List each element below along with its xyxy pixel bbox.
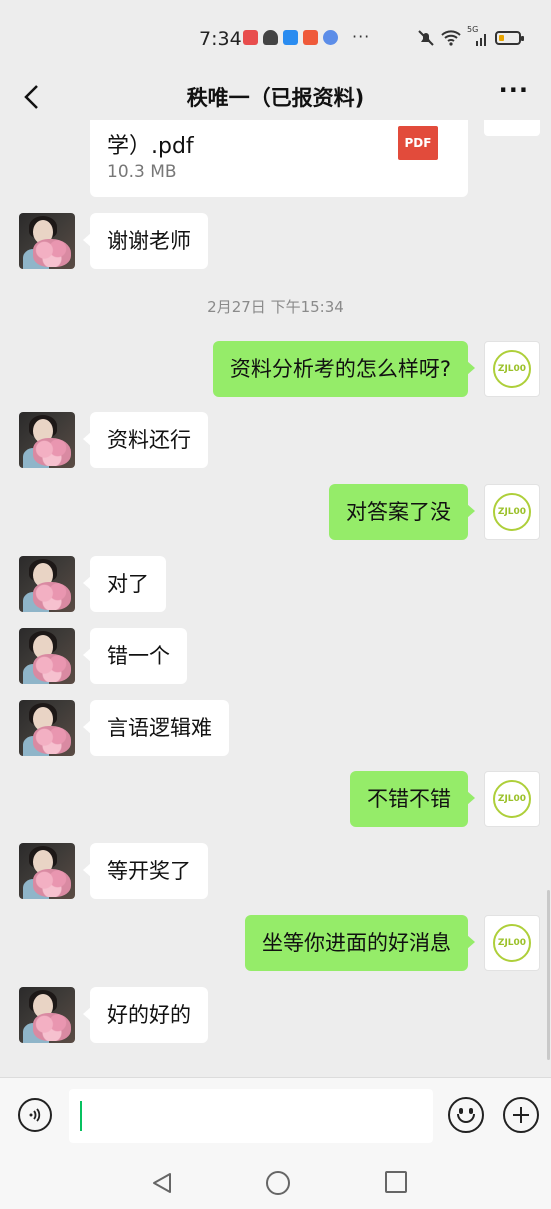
avatar-me[interactable]: ZJL00 bbox=[484, 484, 540, 540]
message-bubble[interactable]: 错一个 bbox=[83, 628, 187, 684]
nav-home-icon[interactable] bbox=[266, 1171, 290, 1195]
notification-icons bbox=[243, 30, 338, 45]
chat-header: 秩唯一（已报资料) ··· bbox=[0, 70, 551, 126]
voice-icon[interactable] bbox=[18, 1098, 52, 1132]
status-bar: 7:34 ··· 5G bbox=[0, 0, 551, 70]
text-caret bbox=[80, 1101, 82, 1131]
logo-text: ZJL00 bbox=[493, 924, 531, 962]
chat-title: 秩唯一（已报资料) bbox=[186, 86, 365, 110]
battery-icon bbox=[495, 31, 524, 45]
avatar-peer[interactable] bbox=[19, 628, 75, 684]
avatar-peer[interactable] bbox=[19, 987, 75, 1043]
avatar-me[interactable]: ZJL00 bbox=[484, 771, 540, 827]
plus-sign-icon bbox=[513, 1107, 529, 1123]
message-bubble[interactable]: 等开奖了 bbox=[83, 843, 208, 899]
logo-text: ZJL00 bbox=[493, 780, 531, 818]
cloud-app-icon bbox=[283, 30, 298, 45]
avatar-me[interactable]: ZJL00 bbox=[484, 341, 540, 397]
file-size: 10.3 MB bbox=[107, 162, 177, 182]
message-bubble[interactable]: 好的好的 bbox=[83, 987, 208, 1043]
message-bubble[interactable]: 对答案了没 bbox=[329, 484, 475, 540]
emoji-icon[interactable] bbox=[448, 1097, 484, 1133]
file-name: 学）.pdf bbox=[107, 134, 194, 159]
message-bubble[interactable]: 谢谢老师 bbox=[83, 213, 208, 269]
emoji-mouth bbox=[457, 1114, 475, 1123]
signal-icon: 5G bbox=[467, 25, 489, 47]
input-bar bbox=[0, 1077, 551, 1154]
wifi-icon bbox=[441, 30, 461, 46]
pdf-file-icon: PDF bbox=[398, 126, 438, 160]
signal-bars-icon bbox=[476, 34, 486, 46]
more-options-icon[interactable]: ··· bbox=[499, 76, 529, 104]
system-nav-bar bbox=[0, 1153, 551, 1209]
status-right: 5G bbox=[417, 25, 524, 47]
scrollbar[interactable] bbox=[547, 890, 550, 1060]
message-input[interactable] bbox=[69, 1089, 433, 1143]
message-bubble[interactable]: 言语逻辑难 bbox=[83, 700, 229, 756]
message-bubble[interactable]: 资料分析考的怎么样呀? bbox=[212, 341, 476, 397]
music-app-icon bbox=[323, 30, 338, 45]
message-bubble[interactable]: 不错不错 bbox=[350, 771, 475, 827]
voice-wave-icon bbox=[29, 1108, 41, 1122]
battery-level bbox=[499, 35, 504, 41]
avatar-partial bbox=[484, 120, 540, 136]
avatar-peer[interactable] bbox=[19, 700, 75, 756]
v-app-icon bbox=[303, 30, 318, 45]
app-notification-icon bbox=[243, 30, 258, 45]
avatar-peer[interactable] bbox=[19, 843, 75, 899]
avatar-me[interactable]: ZJL00 bbox=[484, 915, 540, 971]
nav-recents-icon[interactable] bbox=[385, 1171, 407, 1193]
more-notifications-icon: ··· bbox=[352, 27, 371, 46]
status-time: 7:34 bbox=[199, 28, 242, 50]
message-timestamp: 2月27日 下午15:34 bbox=[207, 298, 344, 316]
file-message[interactable]: 学）.pdf 10.3 MB PDF bbox=[90, 120, 468, 197]
mute-bell-icon bbox=[418, 30, 434, 46]
nav-back-icon[interactable] bbox=[150, 1171, 174, 1195]
plus-icon[interactable] bbox=[503, 1097, 539, 1133]
logo-text: ZJL00 bbox=[493, 350, 531, 388]
avatar-peer[interactable] bbox=[19, 213, 75, 269]
avatar-peer[interactable] bbox=[19, 412, 75, 468]
logo-text: ZJL00 bbox=[493, 493, 531, 531]
message-bubble[interactable]: 对了 bbox=[83, 556, 166, 612]
bell-notification-icon bbox=[263, 30, 278, 45]
message-bubble[interactable]: 坐等你进面的好消息 bbox=[245, 915, 475, 971]
avatar-peer[interactable] bbox=[19, 556, 75, 612]
message-bubble[interactable]: 资料还行 bbox=[83, 412, 208, 468]
